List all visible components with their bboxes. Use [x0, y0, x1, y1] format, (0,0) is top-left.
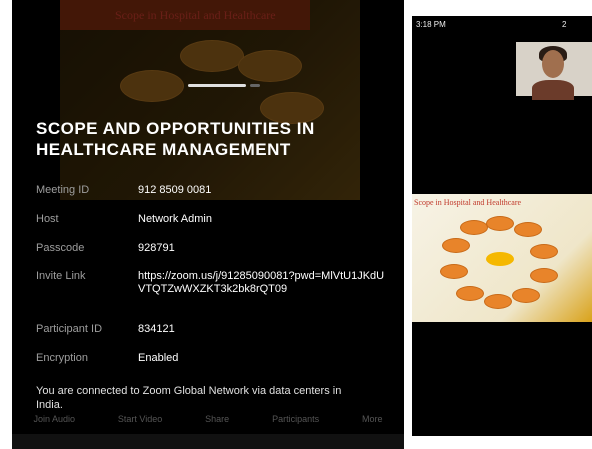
- participant-id-label: Participant ID: [36, 323, 103, 335]
- meeting-info-screen: Scope in Hospital and Healthcare SCOPE A…: [12, 0, 404, 449]
- invite-link[interactable]: https://zoom.us/j/91285090081?pwd=MlVtU1…: [138, 270, 386, 296]
- participant-face: [542, 50, 564, 78]
- participant-body: [532, 80, 574, 100]
- passcode-value: 928791: [138, 242, 175, 254]
- participants-button[interactable]: Participants: [272, 414, 319, 424]
- shared-screen-slide: Scope in Hospital and Healthcare: [412, 194, 592, 322]
- meeting-info-panel: SCOPE AND OPPORTUNITIES IN HEALTHCARE MA…: [20, 96, 404, 426]
- diagram-node: [512, 288, 540, 303]
- participant-video-thumbnail[interactable]: [516, 42, 592, 100]
- diagram-node: [530, 244, 558, 259]
- status-time: 3:18 PM: [416, 20, 446, 29]
- diagram-node: [440, 264, 468, 279]
- more-button[interactable]: More: [362, 414, 383, 424]
- diagram-node: [514, 222, 542, 237]
- meeting-video-screen: 3:18 PM 2 Scope in Hospital and Healthca…: [412, 16, 592, 436]
- diagram-node: [460, 220, 488, 235]
- status-indicator: 2: [562, 20, 567, 29]
- host-value: Network Admin: [138, 213, 212, 225]
- diagram-node: [484, 294, 512, 309]
- invite-link-label: Invite Link: [36, 270, 86, 282]
- diagram-hub: [486, 252, 514, 266]
- diagram-node: [456, 286, 484, 301]
- host-label: Host: [36, 213, 59, 225]
- page-indicator-active: [188, 84, 246, 87]
- share-button[interactable]: Share: [205, 414, 229, 424]
- encryption-label: Encryption: [36, 352, 88, 364]
- diagram-node: [530, 268, 558, 283]
- meeting-id-value: 912 8509 0081: [138, 184, 212, 196]
- meeting-title: SCOPE AND OPPORTUNITIES IN HEALTHCARE MA…: [36, 119, 315, 159]
- diagram-node: [486, 216, 514, 231]
- start-video-button[interactable]: Start Video: [118, 414, 162, 424]
- join-audio-button[interactable]: Join Audio: [33, 414, 75, 424]
- shared-slide-title: Scope in Hospital and Healthcare: [414, 198, 522, 207]
- participant-id-value: 834121: [138, 323, 175, 335]
- encryption-value: Enabled: [138, 352, 179, 364]
- navigation-bar: [12, 434, 404, 449]
- meeting-id-label: Meeting ID: [36, 184, 90, 196]
- page-indicator: [250, 84, 260, 87]
- passcode-label: Passcode: [36, 242, 85, 254]
- meeting-toolbar: Join Audio Start Video Share Participant…: [12, 404, 404, 434]
- diagram-node: [442, 238, 470, 253]
